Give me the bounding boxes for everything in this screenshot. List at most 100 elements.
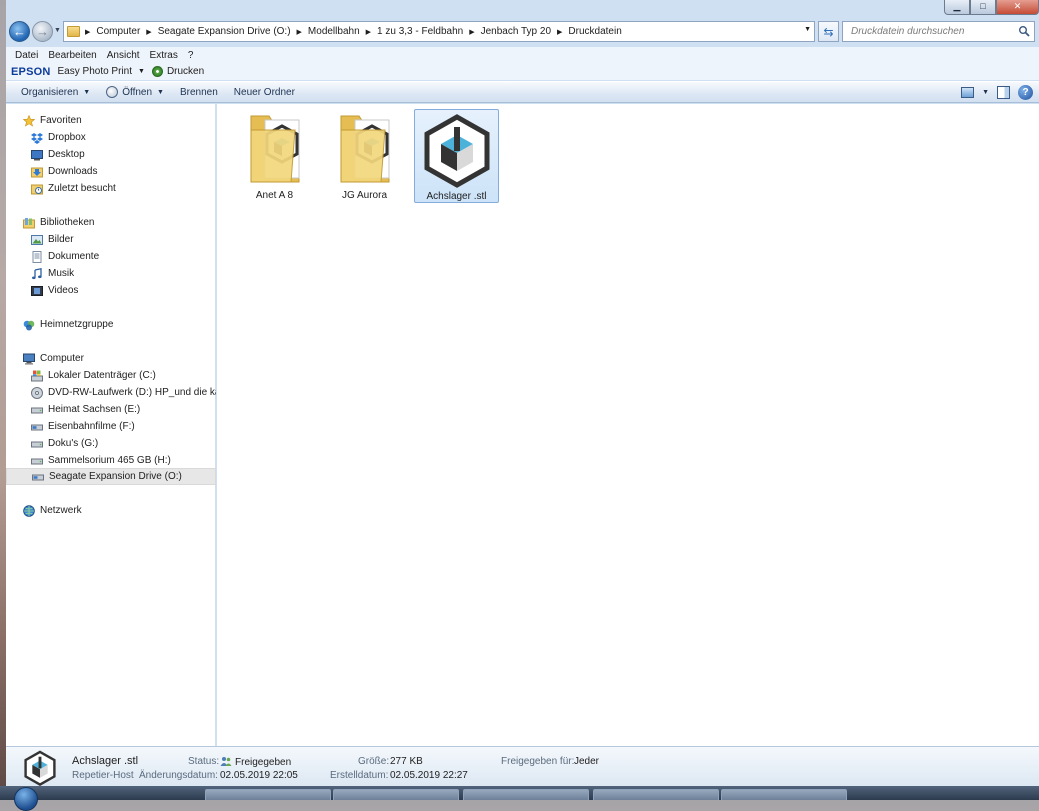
details-status-value: Freigegeben <box>220 756 291 768</box>
file-name: JG Aurora <box>341 190 388 201</box>
nav-item-label: Dropbox <box>48 132 86 143</box>
new-folder-button[interactable]: Neuer Ordner <box>226 87 303 98</box>
open-with-icon <box>106 86 119 98</box>
breadcrumb-druckdatein[interactable]: Druckdatein <box>564 26 625 37</box>
nav-drive-o[interactable]: Seagate Expansion Drive (O:) <box>6 468 216 485</box>
maximize-button[interactable]: □ <box>970 0 996 15</box>
taskbar-button[interactable] <box>205 789 331 800</box>
menu-extras[interactable]: Extras <box>145 50 183 61</box>
nav-item-downloads[interactable]: Downloads <box>6 163 216 180</box>
nav-drive-e[interactable]: Heimat Sachsen (E:) <box>6 401 216 418</box>
details-shared-label: Freigegeben für: <box>501 756 575 767</box>
nav-item-pictures[interactable]: Bilder <box>6 231 216 248</box>
breadcrumb-separator-icon[interactable]: ▶ <box>467 28 476 36</box>
nav-network[interactable]: Netzwerk <box>6 502 216 519</box>
organize-label: Organisieren <box>21 86 79 98</box>
breadcrumb-modellbahn[interactable]: Modellbahn <box>304 26 364 37</box>
menu-ansicht[interactable]: Ansicht <box>102 50 145 61</box>
folder-tile[interactable]: Anet A 8 <box>232 109 317 203</box>
breadcrumb-separator-icon[interactable]: ▶ <box>83 28 92 36</box>
forward-button[interactable]: → <box>32 21 53 42</box>
nav-item-documents[interactable]: Dokumente <box>6 248 216 265</box>
window-controls: ▁ □ ✕ <box>944 0 1039 15</box>
search-icon[interactable] <box>1018 25 1030 37</box>
back-button[interactable]: ← <box>9 21 30 42</box>
start-orb-icon[interactable] <box>14 787 38 811</box>
change-view-icon[interactable] <box>961 87 975 98</box>
breadcrumb-separator-icon[interactable]: ▶ <box>144 28 153 36</box>
folder-icon <box>250 115 299 183</box>
breadcrumb-feldbahn[interactable]: 1 zu 3,3 - Feldbahn <box>373 26 467 37</box>
nav-item-dropbox[interactable]: Dropbox <box>6 129 216 146</box>
menu-bearbeiten[interactable]: Bearbeiten <box>43 50 101 61</box>
nav-computer[interactable]: Computer <box>6 350 216 367</box>
usb-drive-icon <box>31 424 43 430</box>
organize-button[interactable]: Organisieren ▼ <box>13 87 98 98</box>
file-tile-selected[interactable]: Achslager .stl <box>414 109 499 203</box>
recent-pages-dropdown[interactable]: ▼ <box>54 27 61 34</box>
nav-homegroup[interactable]: Heimnetzgruppe <box>6 316 216 333</box>
music-icon <box>32 267 42 279</box>
easy-photo-print-dropdown[interactable]: ▼ <box>138 68 145 75</box>
nav-drive-h[interactable]: Sammelsorium 465 GB (H:) <box>6 452 216 469</box>
easy-photo-print-button[interactable]: Easy Photo Print <box>58 66 132 77</box>
nav-drive-d[interactable]: DVD-RW-Laufwerk (D:) HP_und die kam <box>6 384 216 401</box>
breadcrumb-computer[interactable]: Computer <box>92 26 144 37</box>
print-button[interactable]: Drucken <box>167 66 204 77</box>
help-icon[interactable]: ? <box>1018 85 1033 100</box>
view-dropdown-icon[interactable]: ▼ <box>982 89 989 96</box>
shared-users-icon <box>220 757 232 766</box>
hard-drive-icon <box>31 441 43 447</box>
nav-item-videos[interactable]: Videos <box>6 282 216 299</box>
explorer-window: ▁ □ ✕ ← → ▼ ▶ Computer ▶ Seagate Expansi… <box>6 0 1039 800</box>
taskbar-button[interactable] <box>463 789 589 800</box>
nav-item-desktop[interactable]: Desktop <box>6 146 216 163</box>
details-shared-value: Jeder <box>574 756 600 767</box>
nav-item-music[interactable]: Musik <box>6 265 216 282</box>
nav-item-label: Downloads <box>48 166 98 177</box>
nav-libraries[interactable]: Bibliotheken <box>6 214 216 231</box>
nav-computer-label: Computer <box>40 353 84 364</box>
details-pane: Achslager .stl Repetier-Host Status: Fre… <box>6 746 1039 786</box>
libraries-icon <box>23 217 35 228</box>
search-box[interactable] <box>842 21 1035 42</box>
taskbar-button[interactable] <box>333 789 459 800</box>
address-bar[interactable]: ▶ Computer ▶ Seagate Expansion Drive (O:… <box>63 21 815 42</box>
nav-item-recent[interactable]: Zuletzt besucht <box>6 180 216 197</box>
refresh-icon: ⇆ <box>823 24 834 39</box>
burn-button[interactable]: Brennen <box>172 87 226 98</box>
details-size-label: Größe: <box>358 756 390 767</box>
search-input[interactable] <box>849 25 1014 38</box>
taskbar-button[interactable] <box>721 789 847 800</box>
menu-datei[interactable]: Datei <box>10 50 43 61</box>
nav-homegroup-label: Heimnetzgruppe <box>40 319 114 330</box>
nav-drive-f[interactable]: Eisenbahnfilme (F:) <box>6 418 216 435</box>
view-controls: ▼ ? <box>961 85 1033 100</box>
nav-favorites[interactable]: Favoriten <box>6 112 216 129</box>
details-file-name: Achslager .stl <box>72 755 139 767</box>
breadcrumb-separator-icon[interactable]: ▶ <box>295 28 304 36</box>
menu-help[interactable]: ? <box>183 50 199 61</box>
breadcrumb-seagate[interactable]: Seagate Expansion Drive (O:) <box>154 26 295 37</box>
nav-drive-g[interactable]: Doku's (G:) <box>6 435 216 452</box>
taskbar-button[interactable] <box>593 789 719 800</box>
open-button[interactable]: Öffnen ▼ <box>98 86 172 98</box>
breadcrumb-jenbach[interactable]: Jenbach Typ 20 <box>477 26 555 37</box>
address-history-dropdown[interactable]: ▼ <box>804 26 811 33</box>
file-list[interactable]: Anet A 8 JG Aurora Achslager .stl <box>217 104 1039 746</box>
breadcrumb-separator-icon[interactable]: ▶ <box>364 28 373 36</box>
status-text: Freigegeben <box>235 757 292 768</box>
taskbar <box>0 786 1039 811</box>
minimize-button[interactable]: ▁ <box>944 0 970 15</box>
breadcrumb-separator-icon[interactable]: ▶ <box>555 28 564 36</box>
folder-tile[interactable]: JG Aurora <box>322 109 407 203</box>
details-created-value: 02.05.2019 22:27 <box>390 770 468 781</box>
print-icon <box>151 66 163 77</box>
pictures-icon <box>31 234 43 245</box>
usb-drive-icon <box>32 474 44 480</box>
preview-pane-icon[interactable] <box>997 86 1010 99</box>
refresh-button[interactable]: ⇆ <box>818 21 839 42</box>
nav-drive-c[interactable]: Lokaler Datenträger (C:) <box>6 367 216 384</box>
hard-drive-icon <box>31 407 43 413</box>
close-button[interactable]: ✕ <box>996 0 1039 15</box>
